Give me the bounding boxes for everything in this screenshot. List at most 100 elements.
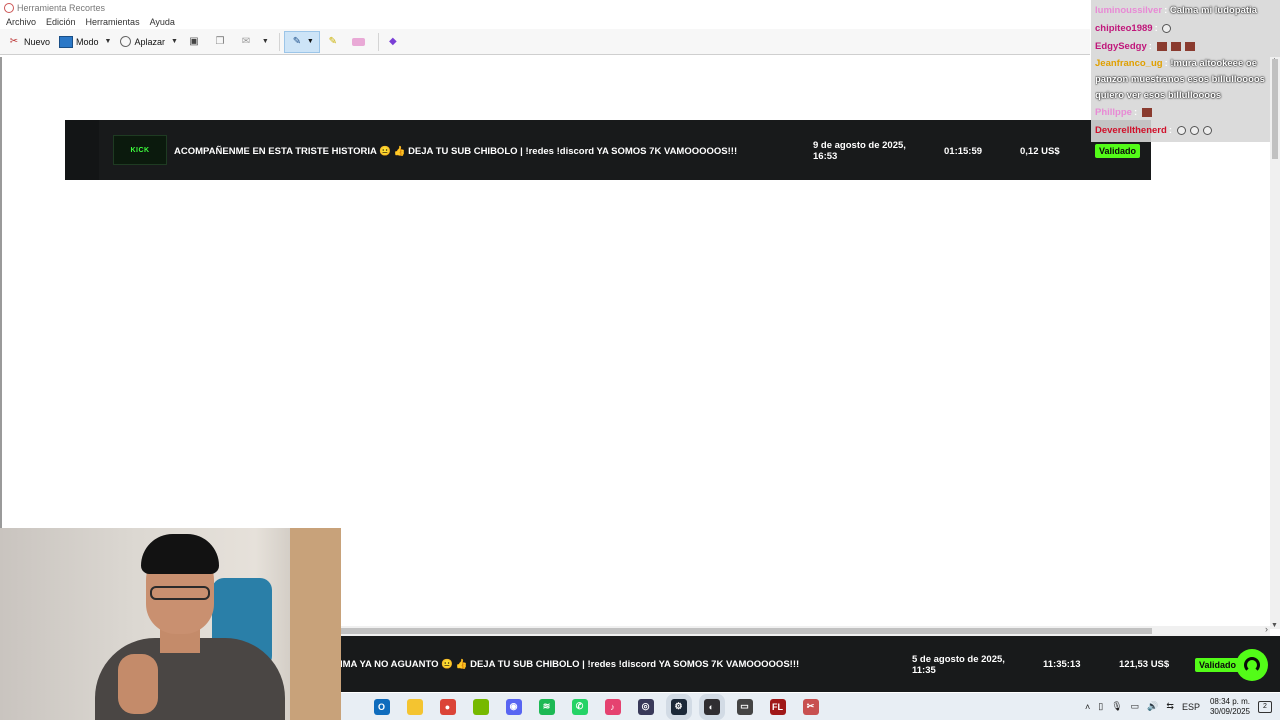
highlighter-button[interactable]: ✎ <box>323 32 346 52</box>
app-dark-icon[interactable]: ▭ <box>736 698 753 715</box>
menu-edicion[interactable]: Edición <box>46 17 76 27</box>
menu-bar: Archivo Edición Herramientas Ayuda <box>0 15 1090 29</box>
chat-message: luminoussilver: Calma mi ludopatia <box>1095 2 1280 20</box>
chat-separator: : <box>1133 107 1138 118</box>
screen: Herramienta Recortes Archivo Edición Her… <box>0 0 1280 720</box>
toolbar-separator <box>278 32 280 51</box>
webcam-feed <box>0 528 341 720</box>
volume-icon[interactable]: 🔊 <box>1147 701 1158 712</box>
chat-message: EdgySedgy: <box>1095 38 1280 56</box>
network-icon[interactable]: ▭ <box>1131 701 1140 712</box>
window-titlebar: Herramienta Recortes <box>0 0 1090 15</box>
usb-icon[interactable]: ⇆ <box>1166 701 1174 712</box>
chat-username[interactable]: luminoussilver <box>1095 5 1162 16</box>
mode-dropdown-chevron-icon[interactable]: ▼ <box>105 38 112 45</box>
status-badge: Validado <box>1195 658 1241 672</box>
outlook-icon[interactable]: O <box>373 698 390 715</box>
paint3d-icon: ◆ <box>389 36 397 47</box>
stream-title: IMA YA NO AGUANTO 😐 👍 DEJA TU SUB CHIBOL… <box>340 659 800 670</box>
copy-icon: ❐ <box>215 36 225 47</box>
webcam-person-glasses <box>150 586 210 600</box>
row-left-gap <box>65 120 99 180</box>
chat-message: Phillppe: <box>1095 104 1280 122</box>
delay-button[interactable]: Aplazar <box>117 32 168 52</box>
pen-button[interactable]: ✎ ▼ <box>283 30 320 53</box>
chat-message: Jeanfranco_ug: !mura altookeee oe panzon… <box>1095 56 1280 104</box>
chat-overlay: luminoussilver: Calma mi ludopatia chipit… <box>1091 0 1280 142</box>
scroll-right-icon[interactable]: › <box>1265 624 1268 634</box>
new-button[interactable]: ✂ Nuevo <box>4 32 53 52</box>
paint3d-button[interactable]: ◆ <box>383 32 406 52</box>
language-indicator[interactable]: ESP <box>1182 702 1200 712</box>
scroll-down-icon[interactable]: ▼ <box>1271 622 1278 629</box>
spotify-icon[interactable]: ≋ <box>538 698 555 715</box>
menu-herramientas[interactable]: Herramientas <box>86 17 140 27</box>
mode-button-label: Modo <box>76 36 99 47</box>
send-dropdown-chevron-icon[interactable]: ▼ <box>262 38 269 45</box>
taskbar-apps: O ● ◉ ≋ ✆ ♪ ◎ ⚙ ◐ ▭ FL ✂ <box>365 698 827 715</box>
chat-separator: : <box>1148 41 1152 52</box>
chat-username[interactable]: EdgySedgy <box>1095 41 1147 52</box>
scissors-icon <box>4 2 14 13</box>
file-explorer-icon[interactable] <box>406 698 423 715</box>
menu-archivo[interactable]: Archivo <box>6 17 36 27</box>
nvidia-icon[interactable] <box>472 698 489 715</box>
scissors-icon: ✂ <box>9 36 19 47</box>
microphone-icon[interactable]: 🎙 <box>1111 701 1122 712</box>
webcam-person-hand <box>118 654 158 714</box>
stream-title: ACOMPAÑENME EN ESTA TRISTE HISTORIA 😐 👍 … <box>174 146 738 157</box>
notifications-icon[interactable]: 2 <box>1258 700 1272 713</box>
background-stream-row: IMA YA NO AGUANTO 😐 👍 DEJA TU SUB CHIBOL… <box>340 636 1280 692</box>
eraser-icon <box>351 37 365 46</box>
eraser-button[interactable] <box>349 32 371 52</box>
chat-emote-icon <box>1189 125 1199 135</box>
horizontal-scrollbar[interactable]: › <box>340 624 1270 636</box>
app-icon[interactable]: ◎ <box>637 698 654 715</box>
vertical-scrollbar[interactable]: ▲ ▼ <box>1270 57 1280 629</box>
captured-stream-row: KICK ACOMPAÑENME EN ESTA TRISTE HISTORIA… <box>65 120 1151 180</box>
webcam-background-shelf <box>290 528 341 720</box>
chat-separator: : <box>1168 125 1172 136</box>
send-button[interactable]: ✉ <box>236 32 259 52</box>
mode-button[interactable]: Modo <box>56 32 102 52</box>
status-badge: Validado <box>1095 144 1141 158</box>
support-chat-button[interactable] <box>1236 649 1268 681</box>
steam-icon[interactable]: ⚙ <box>670 698 687 715</box>
battery-icon[interactable]: ▯ <box>1098 701 1103 712</box>
save-icon: ▣ <box>189 36 199 47</box>
copy-button[interactable]: ❐ <box>210 32 233 52</box>
chrome-icon[interactable]: ● <box>439 698 456 715</box>
delay-dropdown-chevron-icon[interactable]: ▼ <box>171 38 178 45</box>
chat-separator: : <box>1164 5 1168 16</box>
system-tray: ˄ ▯ 🎙 ▭ 🔊 ⇆ ESP 08:34 p. m. 30/09/2025 2 <box>1081 693 1280 720</box>
chat-emote-icon <box>1202 125 1212 135</box>
chat-username[interactable]: Deverellthenerd <box>1095 125 1167 136</box>
fl-studio-icon[interactable]: FL <box>769 698 786 715</box>
chat-username[interactable]: chipiteo1989 <box>1095 23 1153 34</box>
pen-icon: ✎ <box>292 36 302 47</box>
itunes-icon[interactable]: ♪ <box>604 698 621 715</box>
chat-username[interactable]: Jeanfranco_ug <box>1095 58 1163 69</box>
chat-username[interactable]: Phillppe <box>1095 107 1132 118</box>
obs-icon[interactable]: ◐ <box>703 698 720 715</box>
snipping-tool-icon[interactable]: ✂ <box>802 698 819 715</box>
clock[interactable]: 08:34 p. m. 30/09/2025 <box>1210 697 1250 717</box>
whatsapp-icon[interactable]: ✆ <box>571 698 588 715</box>
stream-amount: 0,12 US$ <box>1020 146 1060 157</box>
send-icon: ✉ <box>241 36 251 47</box>
horizontal-scroll-thumb[interactable] <box>340 628 1152 634</box>
discord-icon[interactable]: ◉ <box>505 698 522 715</box>
stream-thumbnail: KICK <box>113 135 167 165</box>
menu-ayuda[interactable]: Ayuda <box>150 17 175 27</box>
chat-emote-icon <box>1162 23 1172 33</box>
chat-emote-icon <box>1156 41 1167 51</box>
window-title: Herramienta Recortes <box>17 2 106 13</box>
clock-date: 30/09/2025 <box>1209 706 1250 716</box>
taskbar: O ● ◉ ≋ ✆ ♪ ◎ ⚙ ◐ ▭ FL ✂ ˄ ▯ 🎙 ▭ 🔊 ⇆ ESP 08:34 p. m… <box>341 693 1280 720</box>
vertical-scroll-thumb[interactable] <box>1272 59 1278 159</box>
new-button-label: Nuevo <box>24 36 51 47</box>
chat-emote-icon <box>1170 41 1181 51</box>
notification-count: 2 <box>1263 703 1267 710</box>
chevron-up-icon[interactable]: ˄ <box>1085 702 1090 712</box>
save-button[interactable]: ▣ <box>184 32 207 52</box>
